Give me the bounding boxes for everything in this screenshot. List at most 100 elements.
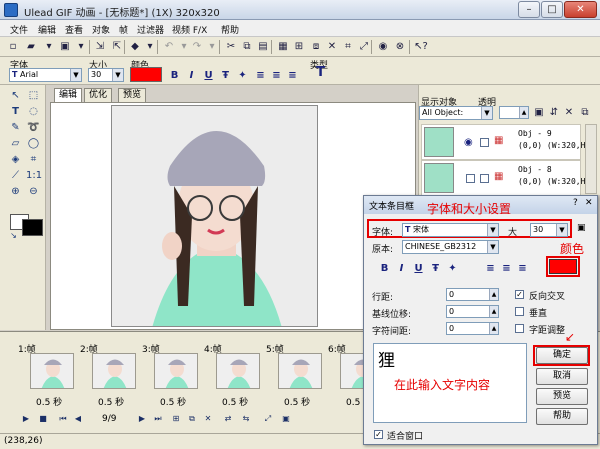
first-frame-icon[interactable]: ⏮ [57,413,69,425]
undo-icon[interactable]: ↶ [162,40,176,54]
object-row[interactable]: ◉ ▦ Obj - 9 (0,0) (W:320,H: [421,124,590,160]
frame-delay[interactable]: 0.5 秒 [284,395,310,408]
dialog-align-center-icon[interactable]: ≡ [500,262,513,275]
delete-object-icon[interactable]: ✕ [562,106,576,120]
previous-frame-icon[interactable]: ◀ [72,413,84,425]
eyedropper-icon[interactable]: ⟋ [8,168,23,183]
frame-thumbnail[interactable] [278,353,322,389]
italic-icon[interactable]: I [185,69,198,82]
dropdown-arrow-icon[interactable]: ▾ [143,40,157,54]
dropdown-arrow-icon[interactable]: ▾ [74,40,88,54]
crop-icon[interactable]: ⌗ [341,40,355,54]
frame-thumbnail[interactable] [92,353,136,389]
redo-icon[interactable]: ↷ [190,40,204,54]
lock-checkbox[interactable] [480,138,489,147]
strikethrough-icon[interactable]: Ŧ [219,69,232,82]
frame-delay[interactable]: 0.5 秒 [98,395,124,408]
tab-optimize[interactable]: 优化 [84,88,113,102]
menu-filter[interactable]: 过滤器 [137,23,164,36]
size-select[interactable]: 30 ▼ [88,68,124,82]
last-frame-icon[interactable]: ⏭ [152,413,164,425]
foreground-color-swatch[interactable] [22,219,43,236]
dialog-underline-icon[interactable]: U [412,262,425,275]
context-help-icon[interactable]: ↖? [414,40,428,54]
reverse-checkbox[interactable]: ✓ [515,290,524,299]
frame-delay[interactable]: 0.5 秒 [36,395,62,408]
object-move-icon[interactable]: ⇵ [547,106,561,120]
pointer-tool-icon[interactable]: ↖ [8,88,23,103]
dialog-align-left-icon[interactable]: ≡ [484,262,497,275]
cut-icon[interactable]: ✂ [224,40,238,54]
menu-view[interactable]: 查看 [65,23,83,36]
menu-edit[interactable]: 编辑 [38,23,56,36]
canvas-image[interactable] [111,105,318,327]
object-row[interactable]: ▦ Obj - 8 (0,0) (W:320,H: [421,160,590,196]
reverse-frames-icon[interactable]: ⇆ [240,413,252,425]
align-right-icon[interactable]: ≡ [286,69,299,82]
frame-properties-icon[interactable]: ⤢ [262,413,274,425]
dialog-strikethrough-icon[interactable]: Ŧ [429,262,442,275]
duplicate-frame-icon[interactable]: ⧈ [309,40,323,54]
dialog-size-select[interactable]: 30 ▼ [530,223,568,237]
show-objects-select[interactable]: All Object: ▼ [419,106,493,120]
menu-video-fx[interactable]: 视频 F/X [172,23,207,36]
fit-frame-icon[interactable]: ▣ [280,413,292,425]
frame-properties-icon[interactable]: ▦ [276,40,290,54]
add-frame-icon[interactable]: ⊞ [170,413,182,425]
next-frame-icon[interactable]: ▶ [136,413,148,425]
dialog-font-select[interactable]: T 宋体 ▼ [402,223,499,237]
stop-icon[interactable]: ■ [37,413,49,425]
paint-bucket-icon[interactable]: ◈ [8,152,23,167]
tween-icon[interactable]: ⇄ [222,413,234,425]
save-icon[interactable]: ▣ [58,40,72,54]
dropdown-arrow-icon[interactable]: ▾ [205,40,219,54]
eye-icon[interactable]: ◉ [464,137,473,148]
dialog-text-effect-icon[interactable]: ✦ [446,262,459,275]
tab-preview[interactable]: 预览 [118,88,147,102]
menu-help[interactable]: 帮助 [221,23,239,36]
menu-file[interactable]: 文件 [10,23,28,36]
swap-colors-icon[interactable]: ↘ [6,228,21,243]
lock-checkbox[interactable] [480,174,489,183]
dialog-bold-icon[interactable]: B [378,262,391,275]
minimize-button[interactable]: – [518,1,540,18]
dialog-close-icon[interactable]: ✕ [585,198,593,208]
frame-thumbnail[interactable] [154,353,198,389]
new-file-icon[interactable]: ▫ [6,40,20,54]
underline-icon[interactable]: U [202,69,215,82]
text-input-area[interactable]: 狸 在此输入文字内容 [373,343,527,423]
help-button[interactable]: 帮助 [536,408,588,425]
dialog-size-spin-icon[interactable]: ▣ [577,223,586,233]
zoom-out-icon[interactable]: ⊖ [26,184,41,199]
menu-object[interactable]: 对象 [92,23,110,36]
import-icon[interactable]: ⇲ [93,40,107,54]
frame-delay[interactable]: 0.5 秒 [160,395,186,408]
dropdown-arrow-icon[interactable]: ▾ [177,40,191,54]
dropdown-arrow-icon[interactable]: ▾ [42,40,56,54]
char-spacing-stepper[interactable]: 0 ▲ [446,322,499,335]
kerning-checkbox[interactable] [515,324,524,333]
cancel-button[interactable]: 取消 [536,368,588,385]
preview-browser-icon[interactable]: ◉ [376,40,390,54]
add-frame-icon[interactable]: ⊞ [292,40,306,54]
object-list-scrollbar[interactable] [585,124,597,194]
line-spacing-stepper[interactable]: 0 ▲ [446,288,499,301]
text-effect-icon[interactable]: ✦ [236,69,249,82]
frame-thumbnail[interactable] [216,353,260,389]
object-option-icon[interactable]: ▣ [532,106,546,120]
visibility-checkbox[interactable] [466,174,475,183]
paste-icon[interactable]: ▤ [256,40,270,54]
dialog-align-right-icon[interactable]: ≡ [516,262,529,275]
zoom-in-icon[interactable]: ⊕ [8,184,23,199]
color-swatch[interactable] [130,67,162,82]
dialog-italic-icon[interactable]: I [395,262,408,275]
frame-thumbnail[interactable] [30,353,74,389]
ok-button[interactable]: 确定 [536,347,588,364]
export-icon[interactable]: ⇱ [110,40,124,54]
duplicate-frame-icon[interactable]: ⧉ [186,413,198,425]
align-center-icon[interactable]: ≡ [270,69,283,82]
open-folder-icon[interactable]: ▰ [24,40,38,54]
text-tool-icon[interactable]: T [8,104,23,119]
stop-icon[interactable]: ⊗ [393,40,407,54]
vertical-checkbox[interactable] [515,307,524,316]
